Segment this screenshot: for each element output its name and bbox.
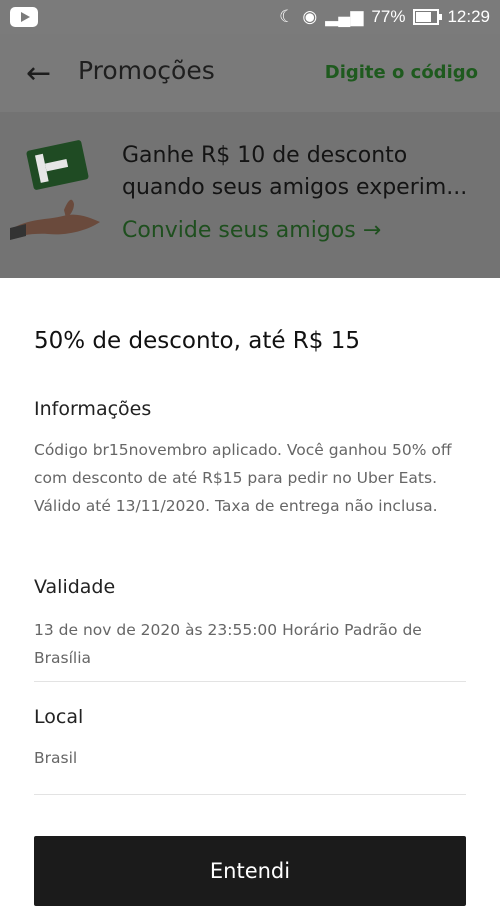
- wifi-icon: ◉: [302, 7, 318, 26]
- battery-percent: 77%: [371, 7, 406, 26]
- promo-title: 50% de desconto, até R$ 15: [34, 328, 360, 354]
- enter-code-button[interactable]: Digite o código: [325, 62, 478, 83]
- page-title: Promoções: [78, 56, 215, 85]
- promo-details-sheet: 50% de desconto, até R$ 15 Informações C…: [0, 278, 500, 906]
- status-icons: ☾ ◉ ▂▄▆ 77% 12:29: [279, 7, 490, 27]
- info-text: Código br15novembro aplicado. Você ganho…: [34, 441, 452, 515]
- location-label: Local: [34, 706, 84, 728]
- referral-banner[interactable]: Ganhe R$ 10 de desconto quando seus amig…: [0, 112, 500, 278]
- app-bar: ← Promoções Digite o código: [0, 34, 500, 112]
- info-label: Informações: [34, 398, 152, 420]
- location-text: Brasil: [34, 749, 78, 767]
- moon-alarm-icon: ☾: [279, 7, 295, 26]
- got-it-button[interactable]: Entendi: [34, 836, 466, 906]
- invite-friends-link[interactable]: Convide seus amigos →: [122, 218, 381, 243]
- youtube-icon: [10, 7, 38, 27]
- battery-icon: [413, 9, 443, 25]
- arrow-left-icon[interactable]: ←: [26, 56, 51, 91]
- banner-line-1: Ganhe R$ 10 de desconto: [122, 143, 408, 168]
- validity-text: 13 de nov de 2020 às 23:55:00 Horário Pa…: [34, 621, 422, 667]
- banner-text: Ganhe R$ 10 de desconto quando seus amig…: [122, 140, 482, 204]
- clock: 12:29: [447, 7, 490, 26]
- divider: [34, 794, 466, 795]
- divider: [34, 681, 466, 682]
- status-bar: ☾ ◉ ▂▄▆ 77% 12:29: [0, 0, 500, 34]
- signal-icon: ▂▄▆: [325, 7, 364, 26]
- banner-line-2: quando seus amigos experim...: [122, 175, 468, 200]
- hand-gift-card-illustration: [10, 140, 100, 240]
- validity-label: Validade: [34, 576, 116, 598]
